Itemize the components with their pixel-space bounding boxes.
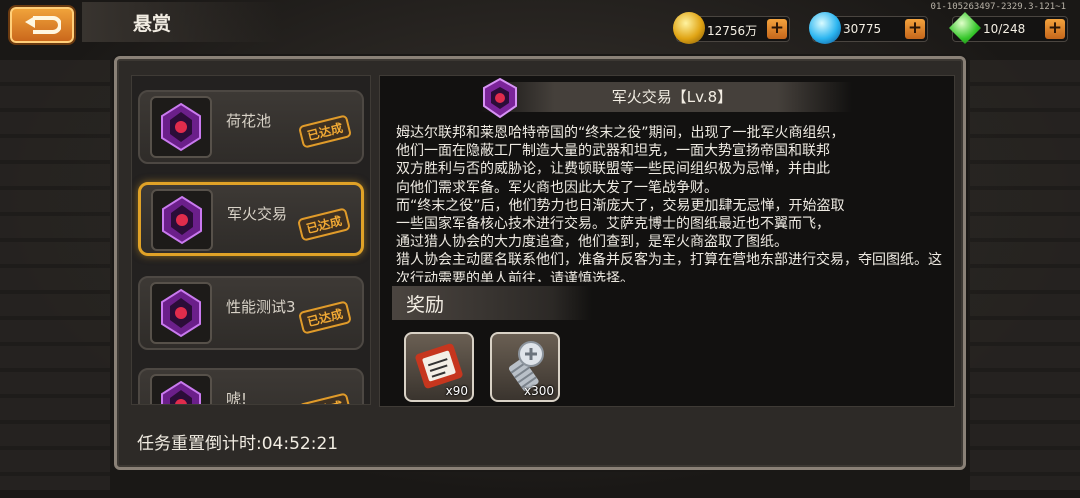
reward-quantity: x90 bbox=[445, 384, 468, 398]
diamond-resource: 30775 + bbox=[809, 12, 928, 44]
gold-resource: 12756万 + bbox=[673, 12, 790, 44]
top-bar: 悬赏 01-105263497-2329.3-121~1 12756万 + 30… bbox=[0, 0, 1080, 50]
background-wall-right bbox=[970, 60, 1080, 490]
task-name: 性能测试3 bbox=[226, 298, 296, 316]
task-detail-panel: 军火交易【Lv.8】 姆达尔联邦和莱恩哈特帝国的“终末之役”期间，出现了一批军火… bbox=[379, 75, 955, 407]
title-plate bbox=[82, 2, 282, 42]
completed-stamp: 已达成 bbox=[297, 392, 353, 404]
task-list[interactable]: 荷花池 已达成 军火交易 已达成 性能测试3 已达成 唬! bbox=[131, 75, 371, 405]
page-title: 悬赏 bbox=[133, 13, 172, 35]
task-title: 军火交易【Lv.8】 bbox=[611, 88, 733, 106]
completed-stamp: 已达成 bbox=[296, 207, 352, 242]
task-item-arms-deal[interactable]: 军火交易 已达成 bbox=[138, 182, 364, 256]
reward-item-ticket[interactable]: x90 bbox=[404, 332, 474, 402]
back-arrow-icon bbox=[25, 16, 61, 34]
completed-stamp: 已达成 bbox=[297, 300, 353, 335]
energy-crystal-icon bbox=[949, 12, 981, 44]
task-item-hu[interactable]: 唬! 已达成 bbox=[138, 368, 364, 405]
rank-badge-icon bbox=[150, 282, 212, 344]
energy-resource: 10/248 + bbox=[949, 12, 1068, 44]
bounty-panel: 荷花池 已达成 军火交易 已达成 性能测试3 已达成 唬! 军火交易【Lv.8】… bbox=[114, 56, 966, 470]
rank-badge-icon bbox=[150, 374, 212, 404]
diamond-icon bbox=[809, 12, 841, 44]
task-description[interactable]: 姆达尔联邦和莱恩哈特帝国的“终末之役”期间，出现了一批军火商组织， 他们一面在隐… bbox=[396, 124, 952, 282]
add-energy-button[interactable]: + bbox=[1045, 19, 1065, 39]
task-item-performance-test-3[interactable]: 性能测试3 已达成 bbox=[138, 276, 364, 350]
task-name: 军火交易 bbox=[227, 205, 288, 223]
reset-countdown: 任务重置倒计时:04:52:21 bbox=[137, 434, 339, 454]
task-name: 唬! bbox=[226, 390, 248, 405]
gold-value: 12756万 bbox=[707, 24, 758, 38]
add-gold-button[interactable]: + bbox=[767, 19, 787, 39]
add-diamond-button[interactable]: + bbox=[905, 19, 925, 39]
reward-item-screw[interactable]: x300 bbox=[490, 332, 560, 402]
task-item-lotus-pond[interactable]: 荷花池 已达成 bbox=[138, 90, 364, 164]
background-wall-left bbox=[0, 60, 110, 490]
server-id: 01-105263497-2329.3-121~1 bbox=[930, 2, 1066, 12]
rank-badge-icon bbox=[150, 96, 212, 158]
back-button[interactable] bbox=[8, 5, 76, 45]
reward-quantity: x300 bbox=[523, 384, 554, 398]
rank-badge-icon bbox=[151, 189, 213, 251]
diamond-value: 30775 bbox=[843, 22, 882, 36]
completed-stamp: 已达成 bbox=[297, 114, 353, 149]
reward-label: 奖励 bbox=[406, 294, 445, 316]
task-name: 荷花池 bbox=[226, 112, 272, 130]
gold-coin-icon bbox=[673, 12, 705, 44]
energy-value: 10/248 bbox=[983, 22, 1026, 36]
